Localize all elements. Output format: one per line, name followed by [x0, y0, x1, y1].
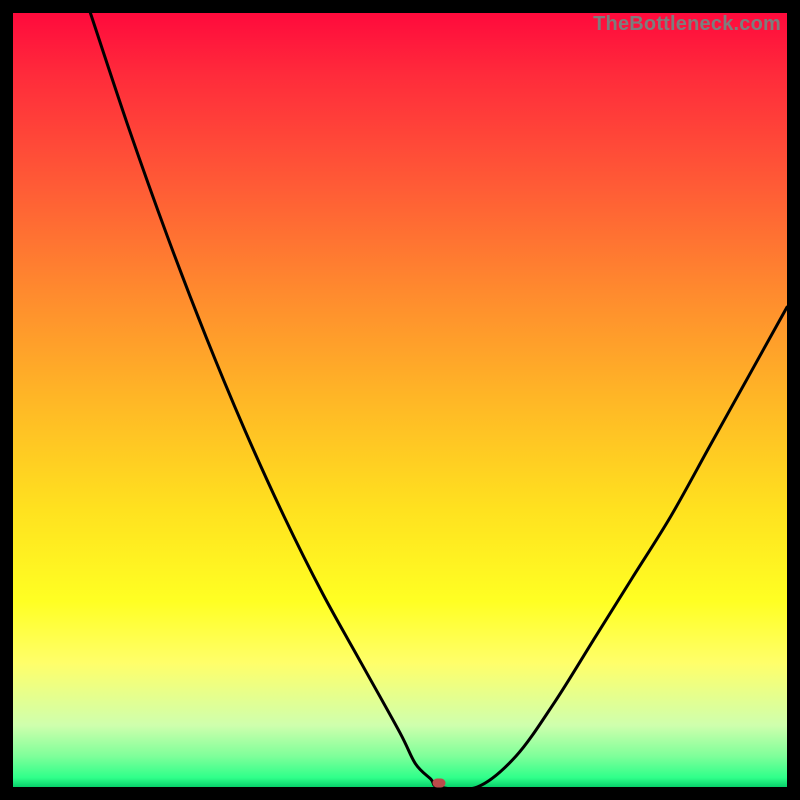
- plot-area: TheBottleneck.com: [13, 13, 787, 787]
- bottleneck-curve: [90, 13, 787, 790]
- curve-layer: [13, 13, 787, 787]
- chart-frame: TheBottleneck.com: [0, 0, 800, 800]
- minimum-marker: [432, 779, 445, 788]
